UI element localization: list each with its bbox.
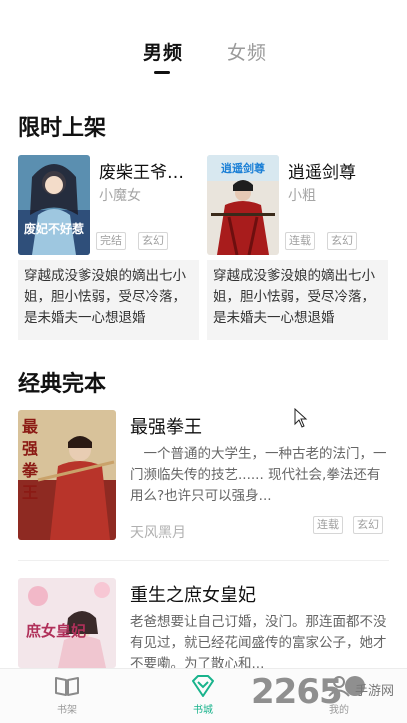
tab-label: 书架 [57,705,77,716]
book-title: 废柴王爷… [99,163,184,183]
book-cover: 庶女皇妃 [18,578,116,668]
genre-tag: 玄幻 [138,232,168,250]
book-list-item[interactable]: 庶女皇妃 重生之庶女皇妃 老爸想要让自己订婚，没门。那连面都不没有见过，就已经花… [18,578,389,672]
book-description: 一个普通的大学生，一种古老的法门，一门濒临失传的技艺...... 现代社会,拳法… [130,446,387,504]
watermark-logo: 2265 手游网 [251,672,401,718]
svg-text:庶女皇妃: 庶女皇妃 [26,622,86,640]
status-tag: 完结 [96,232,126,250]
book-cover: 最 强 拳 王 [18,410,116,540]
book-description: 穿越成没爹没娘的嫡出七小姐，胆小怯弱，受尽冷落，是未婚夫一心想退婚 [207,260,388,340]
book-title: 重生之庶女皇妃 [130,585,256,606]
svg-text:拳: 拳 [21,461,39,480]
svg-text:强: 强 [22,439,38,458]
mouse-cursor-icon [294,407,308,432]
watermark-main: 2265 [251,672,343,712]
book-description: 穿越成没爹没娘的嫡出七小姐，胆小怯弱，受尽冷落，是未婚夫一心想退婚 [18,260,199,340]
status-tag: 连载 [313,516,343,534]
book-list-item[interactable]: 最 强 拳 王 最强拳王 一个普通的大学生，一种古老的法门，一门濒临失传的技艺.… [18,410,389,544]
book-author: 小魔女 [99,188,141,204]
status-tag: 连载 [285,232,315,250]
svg-text:王: 王 [22,483,38,502]
tab-label: 书城 [193,705,213,716]
book-description: 老爸想要让自己订婚，没门。那连面都不没有见过，就已经花闻盛传的富家公子，她才不要… [130,614,387,672]
book-cover: 废妃不好惹 [18,155,90,255]
svg-text:最: 最 [22,417,39,436]
svg-text:废妃不好惹: 废妃不好惹 [24,221,84,236]
genre-tag: 玄幻 [353,516,383,534]
channel-tabs: 男频 女频 [0,38,407,78]
genre-tag: 玄幻 [327,232,357,250]
tab-male[interactable]: 男频 [143,38,183,65]
book-icon [55,677,79,696]
book-title: 最强拳王 [130,417,202,438]
book-title: 逍遥剑尊 [288,163,356,183]
section-title-classic: 经典完本 [18,371,107,397]
divider [18,560,389,561]
tab-female[interactable]: 女频 [227,38,267,65]
tab-indicator [154,71,170,74]
book-author: 小粗 [288,188,316,204]
svg-text:逍遥剑尊: 逍遥剑尊 [221,161,265,175]
tab-bookshelf[interactable]: 书架 [47,675,87,716]
book-cover: 逍遥剑尊 [207,155,279,255]
book-author: 天风黑月 [130,525,186,541]
watermark-sub: 手游网 [355,684,395,699]
diamond-icon [192,675,214,697]
section-title-limited: 限时上架 [18,115,107,141]
tab-bookstore[interactable]: 书城 [183,675,223,716]
